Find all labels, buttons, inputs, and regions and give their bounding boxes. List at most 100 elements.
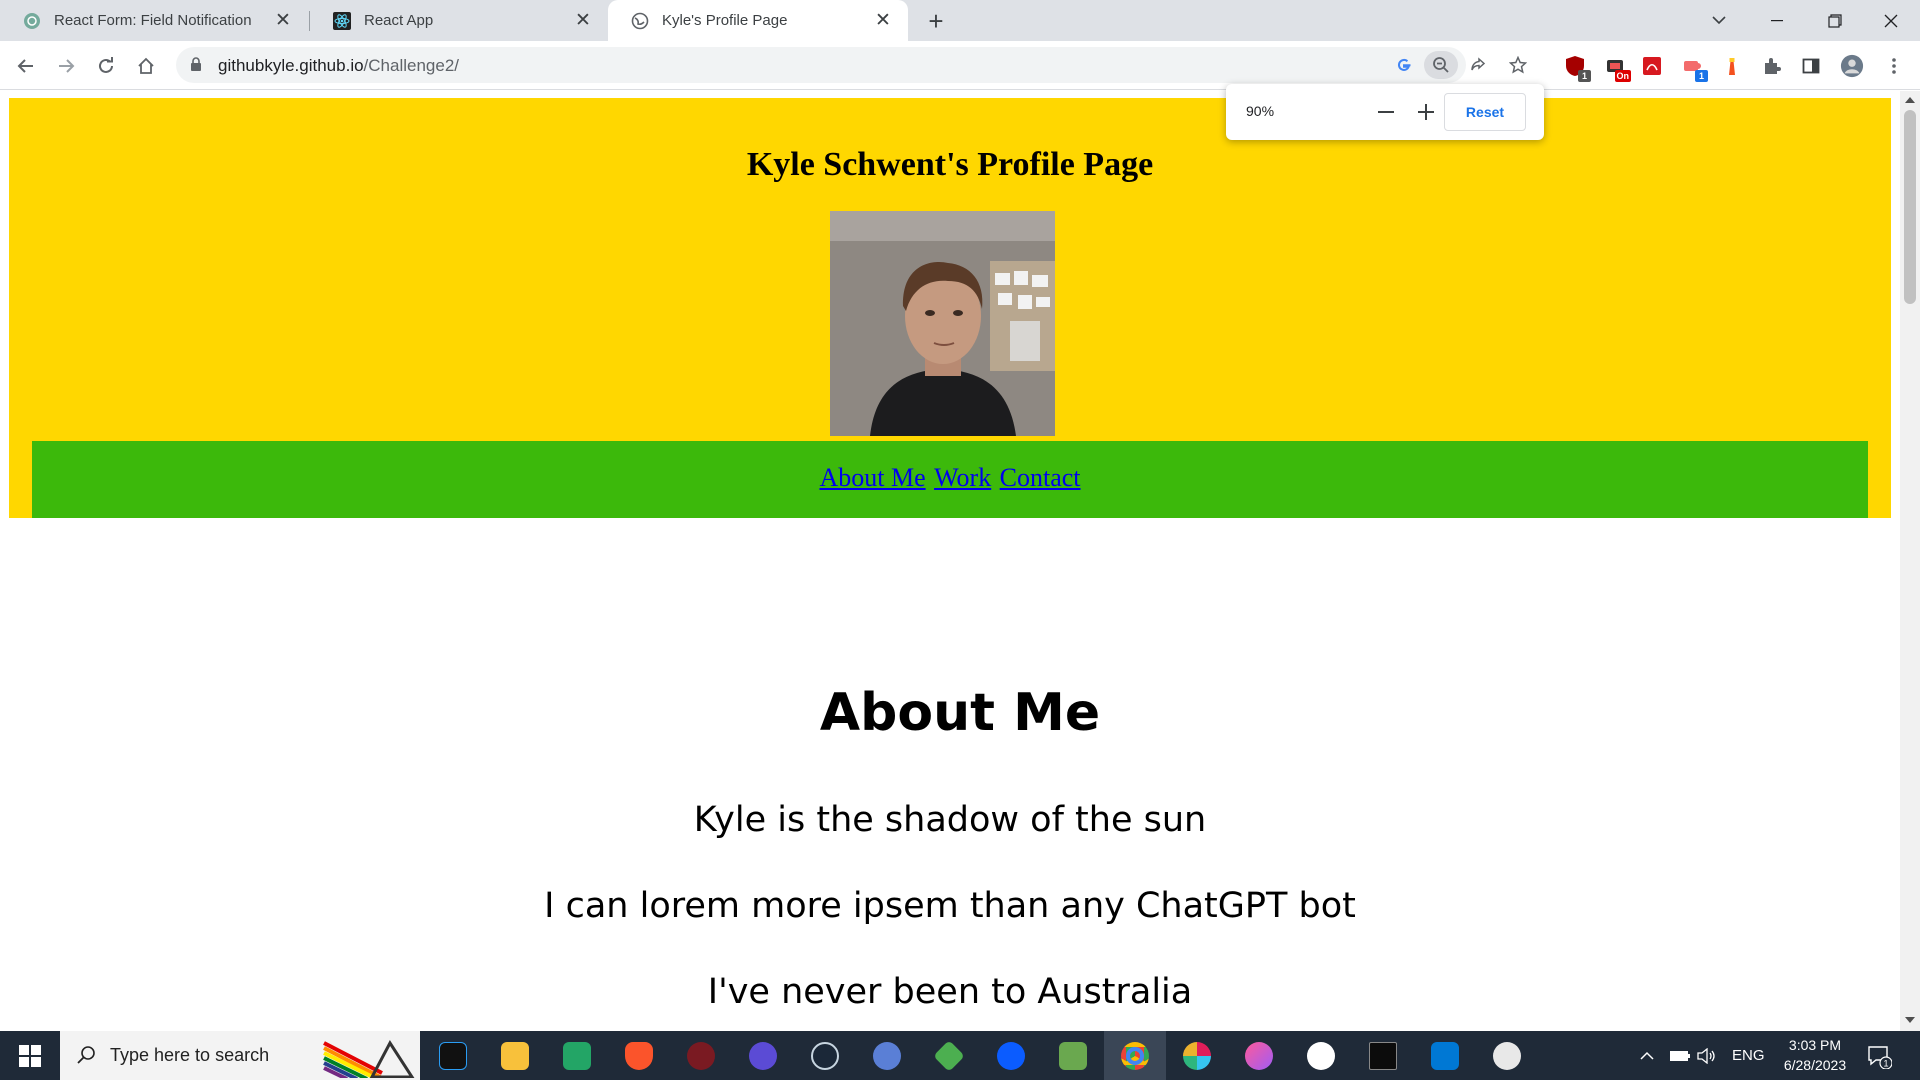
taskbar-app-unity[interactable] (422, 1031, 484, 1080)
taskbar-app-qbittorrent[interactable] (856, 1031, 918, 1080)
leaf-icon (1307, 1041, 1335, 1070)
zoom-level: 90% (1246, 103, 1275, 119)
close-window-button[interactable] (1862, 0, 1920, 41)
taskbar-app-terminal[interactable] (1352, 1031, 1414, 1080)
taskbar-app-paint[interactable] (1476, 1031, 1538, 1080)
tab-profile-page[interactable]: Kyle's Profile Page ✕ (608, 0, 908, 41)
moon-icon (749, 1041, 777, 1070)
close-icon[interactable]: ✕ (572, 10, 594, 32)
side-panel-icon[interactable] (1799, 54, 1823, 78)
git-icon (933, 1039, 965, 1072)
chrome-menu-icon[interactable] (1882, 54, 1906, 78)
battery-icon[interactable] (1670, 1031, 1690, 1080)
extension-badge: On (1614, 70, 1631, 82)
taskbar-clock[interactable]: 3:03 PM 6/28/2023 (1770, 1035, 1860, 1075)
taskbar-app-vscode[interactable] (1414, 1031, 1476, 1080)
profile-photo (830, 211, 1055, 436)
taskbar-app-eclipse[interactable] (732, 1031, 794, 1080)
url-host: githubkyle.github.io (218, 56, 364, 75)
zoom-out-button[interactable] (1372, 98, 1400, 126)
paint-icon (1493, 1041, 1521, 1070)
tab-react-app[interactable]: React App ✕ (310, 0, 608, 41)
clock-time: 3:03 PM (1788, 1037, 1842, 1053)
tray-overflow-chevron-icon[interactable] (1640, 1031, 1654, 1080)
search-placeholder: Type here to search (110, 1045, 270, 1065)
notification-center-icon[interactable]: 1 (1866, 1031, 1892, 1080)
clock-date: 6/28/2023 (1783, 1057, 1847, 1073)
about-line: I can lorem more ipsem than any ChatGPT … (544, 886, 1356, 926)
extensions-puzzle-icon[interactable] (1760, 54, 1784, 78)
taskbar-app-zoom[interactable] (980, 1031, 1042, 1080)
language-indicator[interactable]: ENG (1732, 1031, 1765, 1080)
extension-badge: 1 (1695, 70, 1708, 82)
scroll-up-arrow-icon[interactable] (1905, 97, 1915, 103)
puzzle-red-extension-icon[interactable]: 1 (1680, 54, 1708, 82)
windows-start-button[interactable] (0, 1031, 60, 1080)
windows-taskbar: Type here to search ENG 3:03 PM 6/28/202… (0, 1031, 1920, 1080)
profile-avatar-icon[interactable] (1840, 54, 1864, 78)
minimize-button[interactable] (1748, 0, 1806, 41)
close-icon[interactable]: ✕ (872, 10, 894, 32)
tab-search-chevron-icon[interactable] (1690, 0, 1748, 41)
share-icon[interactable] (1464, 51, 1492, 79)
taskbar-app-chrome[interactable] (1104, 1031, 1166, 1080)
scroll-down-arrow-icon[interactable] (1905, 1017, 1915, 1023)
google-lens-icon[interactable] (1390, 51, 1418, 79)
nav-link-about-me[interactable]: About Me (819, 463, 925, 492)
taskbar-search[interactable]: Type here to search (60, 1031, 420, 1080)
lighthouse-extension-icon[interactable] (1720, 54, 1744, 78)
profile-header: Kyle Schwent's Profile Page About Me Wor… (9, 98, 1891, 518)
taskbar-app-sheets[interactable] (546, 1031, 608, 1080)
zoom-icon[interactable] (1424, 51, 1458, 79)
pdf-extension-icon[interactable] (1640, 54, 1664, 78)
nav-link-work[interactable]: Work (934, 463, 991, 492)
taskbar-app-brave[interactable] (608, 1031, 670, 1080)
minecraft-icon (1059, 1041, 1087, 1070)
taskbar-app-steam[interactable] (794, 1031, 856, 1080)
tab-react-form[interactable]: React Form: Field Notification ✕ (0, 0, 308, 41)
close-icon[interactable]: ✕ (272, 10, 294, 32)
zoom-in-button[interactable] (1412, 98, 1440, 126)
restore-button[interactable] (1806, 0, 1864, 41)
extension-badge: 1 (1578, 70, 1591, 82)
lock-icon[interactable] (190, 57, 202, 77)
spreadsheet-icon (563, 1041, 591, 1070)
main-nav: About Me Work Contact (32, 441, 1868, 518)
taskbar-app-file-explorer[interactable] (484, 1031, 546, 1080)
taskbar-app-minecraft[interactable] (1042, 1031, 1104, 1080)
about-heading-display: About Me (819, 683, 1101, 743)
notification-count: 1 (1883, 1058, 1888, 1068)
page-scrollbar[interactable] (1900, 91, 1920, 1031)
home-button[interactable] (130, 50, 162, 82)
vscode-icon (1431, 1041, 1459, 1070)
url-path: /Challenge2/ (363, 56, 460, 75)
folder-icon (501, 1041, 529, 1070)
taskbar-app-mongodb[interactable] (1290, 1031, 1352, 1080)
search-icon (76, 1045, 96, 1070)
extension-on-icon[interactable]: On (1603, 54, 1631, 82)
volume-icon[interactable] (1697, 1031, 1717, 1080)
ublock-extension-icon[interactable]: 1 (1563, 54, 1591, 82)
back-button[interactable] (10, 50, 42, 82)
brave-icon (625, 1041, 653, 1070)
slack-icon (1183, 1041, 1211, 1070)
new-tab-button[interactable]: + (921, 6, 951, 36)
react-favicon-icon (332, 11, 352, 31)
bookmark-star-icon[interactable] (1504, 51, 1532, 79)
about-line: Kyle is the shadow of the sun (693, 800, 1207, 840)
taskbar-app-itunes[interactable] (1228, 1031, 1290, 1080)
page-title: Kyle Schwent's Profile Page (746, 146, 1154, 183)
taskbar-app-git[interactable] (918, 1031, 980, 1080)
pride-search-highlight-icon (323, 1040, 415, 1078)
zoom-popup: 90% Reset (1226, 84, 1544, 140)
tab-title: React Form: Field Notification (54, 12, 252, 29)
zoom-reset-button[interactable]: Reset (1444, 93, 1526, 131)
scrollbar-thumb[interactable] (1904, 110, 1916, 304)
reload-button[interactable] (90, 50, 122, 82)
taskbar-app-slack[interactable] (1166, 1031, 1228, 1080)
taskbar-app-game[interactable] (670, 1031, 732, 1080)
nav-link-contact[interactable]: Contact (1000, 463, 1081, 492)
tab-title: Kyle's Profile Page (662, 12, 788, 29)
forward-button[interactable] (50, 50, 82, 82)
address-bar[interactable]: githubkyle.github.io/Challenge2/ (176, 47, 1527, 83)
